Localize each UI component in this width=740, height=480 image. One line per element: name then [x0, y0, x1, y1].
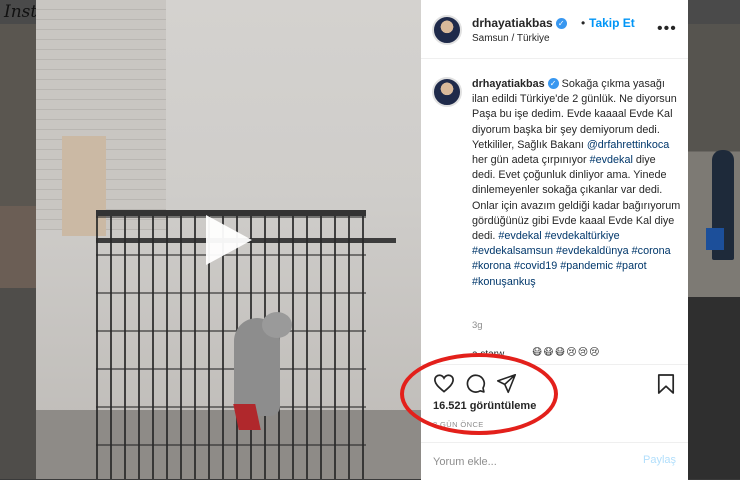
caption-text: diye dedi. Evet çoğunluk dinliyor ama. Y… — [472, 154, 681, 243]
caption-avatar[interactable] — [432, 77, 462, 107]
post-header: drhayatiakbas ✓ • Takip Et Samsun / Türki… — [421, 0, 688, 59]
avatar[interactable] — [432, 15, 462, 45]
bookmark-icon[interactable] — [657, 373, 675, 400]
more-options-icon[interactable]: ••• — [657, 20, 677, 38]
background-bucket — [706, 228, 724, 250]
follow-button[interactable]: Takip Et — [589, 16, 635, 30]
caption-mention-link[interactable]: @drfahrettinkoca — [587, 139, 669, 151]
post-username[interactable]: drhayatiakbas — [472, 16, 553, 30]
post-caption: drhayatiakbas ✓ Sokağa çıkma yasağı ilan … — [472, 77, 682, 290]
play-icon[interactable] — [206, 215, 252, 265]
caption-hashtags[interactable]: #evdekal #evdekaltürkiye #evdekalsamsun … — [472, 230, 671, 288]
post-comment-button[interactable]: Paylaş — [643, 454, 676, 466]
video-parrot-head — [262, 312, 292, 338]
add-comment-bar: Paylaş — [421, 442, 688, 480]
separator-dot: • — [581, 16, 586, 30]
comment-text: 😷😷😷😢😢😢 — [532, 347, 601, 358]
background-feed-left — [0, 24, 36, 479]
post-location[interactable]: Samsun / Türkiye — [472, 33, 550, 44]
annotation-ellipse — [400, 353, 558, 435]
verified-badge-icon: ✓ — [547, 78, 559, 89]
verified-badge-icon: ✓ — [555, 18, 567, 29]
caption-hashtag-link[interactable]: #evdekal — [590, 154, 633, 166]
comment-input[interactable] — [431, 452, 625, 472]
caption-username[interactable]: drhayatiakbas — [472, 78, 545, 90]
caption-time-ago: 3g — [472, 320, 483, 331]
caption-text: her gün adeta çırpınıyor — [472, 154, 590, 167]
